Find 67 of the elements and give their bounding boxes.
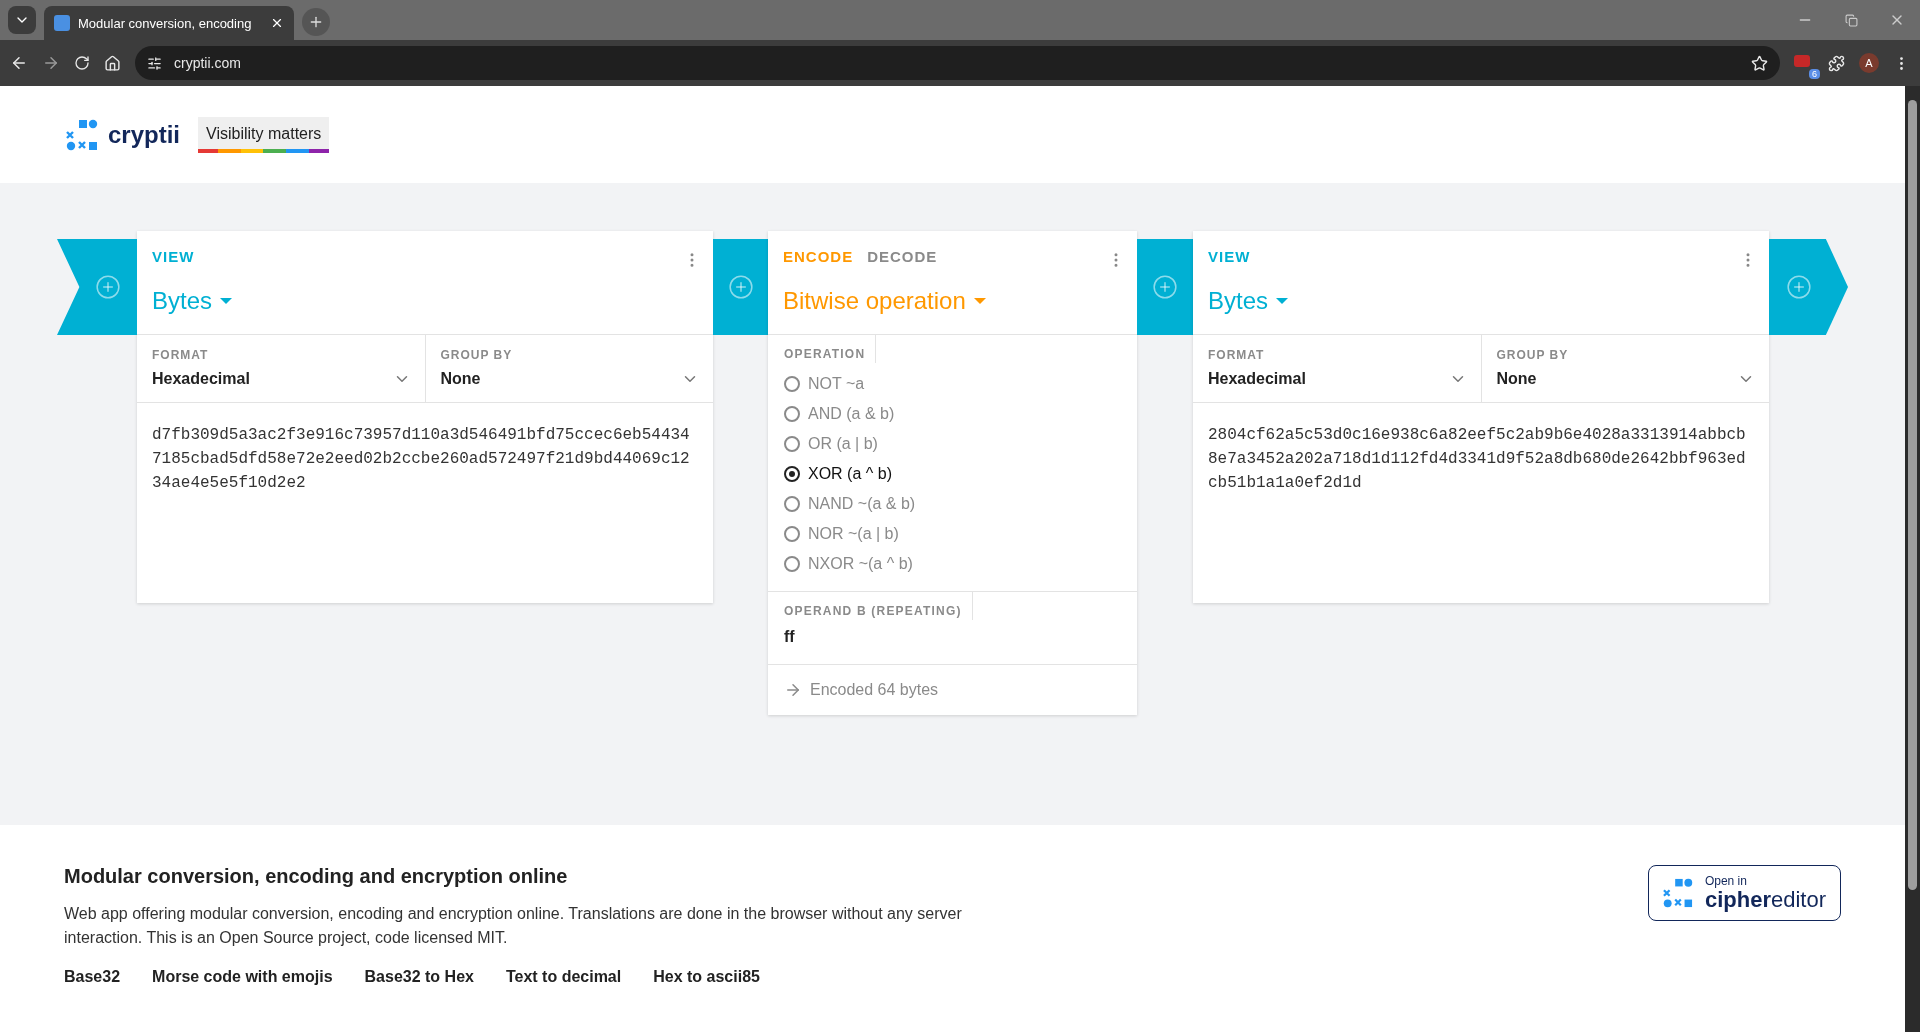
operand-input-field[interactable]: ff [784,620,1121,652]
reload-icon[interactable] [74,55,90,71]
footer-link[interactable]: Hex to ascii85 [653,968,760,986]
plus-icon [308,14,324,30]
scroll-thumb[interactable] [1908,100,1917,890]
tab-list-button[interactable] [8,6,36,34]
logo-text[interactable]: cryptii [108,120,181,149]
field-label: FORMAT [152,348,210,362]
back-icon[interactable] [10,54,28,72]
byte-content[interactable]: 2804cf62a5c53d0c16e938c6a82eef5c2ab9b6e4028a3313914abbcb8e7a3452a202a718d1d112fd4d3341d9f52a8db680de2642bbf963edcb51b1a1a0ef2d1d [1208,423,1749,495]
logo-icon [1662,878,1693,908]
field-label: FORMAT [1208,348,1266,362]
footer-link[interactable]: Text to decimal [505,968,622,986]
url-text: cryptii.com [174,55,242,71]
scrollbar[interactable] [1905,86,1920,1032]
open-in-caption: Open in [1704,874,1748,888]
caret-icon [973,298,986,304]
radio-label: AND (a & b) [808,405,895,423]
radio-label: OR (a | b) [808,435,878,453]
radio-option[interactable]: XOR (a ^ b) [784,459,1121,489]
caret-icon [1276,298,1289,304]
field-label: GROUP BY [1496,348,1570,362]
forward-icon[interactable] [42,54,60,72]
footer-description: Web app offering modular conversion, encoding and encryption online. Translations are done in the browser without any server interaction. This is an Open Source project, code licensed MIT. [64,904,963,948]
footer-link[interactable]: Morse code with emojis [152,968,333,986]
brand-name: ciphereditor [1704,888,1826,912]
select-field[interactable]: Hexadecimal [152,370,411,388]
open-in-button[interactable]: Open in ciphereditor [1647,865,1841,921]
address-bar[interactable]: cryptii.com [135,46,1780,80]
site-info-icon[interactable] [147,55,162,71]
radio-label: NAND ~(a & b) [808,495,916,513]
tab-title: Modular conversion, encoding [78,15,253,31]
radio-option[interactable]: NOT ~a [784,369,1121,399]
footer-link[interactable]: Base32 to Hex [364,968,474,986]
footer-title: Modular conversion, encoding and encryption online [64,865,569,888]
browser-tab[interactable]: Modular conversion, encoding [44,6,294,40]
favicon-icon [54,15,70,31]
field-label: GROUP BY [440,348,514,362]
select-field[interactable]: Hexadecimal [1208,370,1467,388]
radio-option[interactable]: AND (a & b) [784,399,1121,429]
radio-label: NXOR ~(a ^ b) [808,555,913,573]
radio-label: XOR (a ^ b) [808,465,892,483]
radio-label: NOT ~a [808,375,865,393]
close-icon[interactable] [270,16,284,30]
select-field[interactable]: None [1496,370,1755,388]
extension-badge: 6 [1809,69,1820,79]
field-label: OPERATION [784,335,877,363]
radio-option[interactable]: NAND ~(a & b) [784,489,1121,519]
new-tab-button[interactable] [302,8,330,36]
home-icon[interactable] [104,54,121,72]
restore-icon[interactable] [1844,13,1858,27]
bookmark-star-icon[interactable] [1751,54,1768,72]
logo-icon [66,118,98,151]
radio-option[interactable]: OR (a | b) [784,429,1121,459]
caret-icon [220,298,233,304]
profile-avatar[interactable]: A [1859,53,1879,73]
arrow-right-icon [784,681,802,699]
radio-option[interactable]: NXOR ~(a ^ b) [784,549,1121,579]
byte-content[interactable]: d7fb309d5a3ac2f3e916c73957d110a3d546491bfd75ccec6eb544347185cbad5dfd58e72e2eed02b2ccbe260ad572497f21d9bd44069c1234ae4e5e5f10d2e2 [152,423,693,495]
field-label: OPERAND B (REPEATING) [784,592,973,620]
status-text: Encoded 64 bytes [810,681,939,699]
tagline-badge: Visibility matters [198,116,330,153]
radio-label: NOR ~(a | b) [808,525,899,543]
extensions-puzzle-icon[interactable] [1828,54,1845,72]
radio-option[interactable]: NOR ~(a | b) [784,519,1121,549]
select-field[interactable]: None [440,370,699,388]
footer-link[interactable]: Base32 [64,968,121,986]
